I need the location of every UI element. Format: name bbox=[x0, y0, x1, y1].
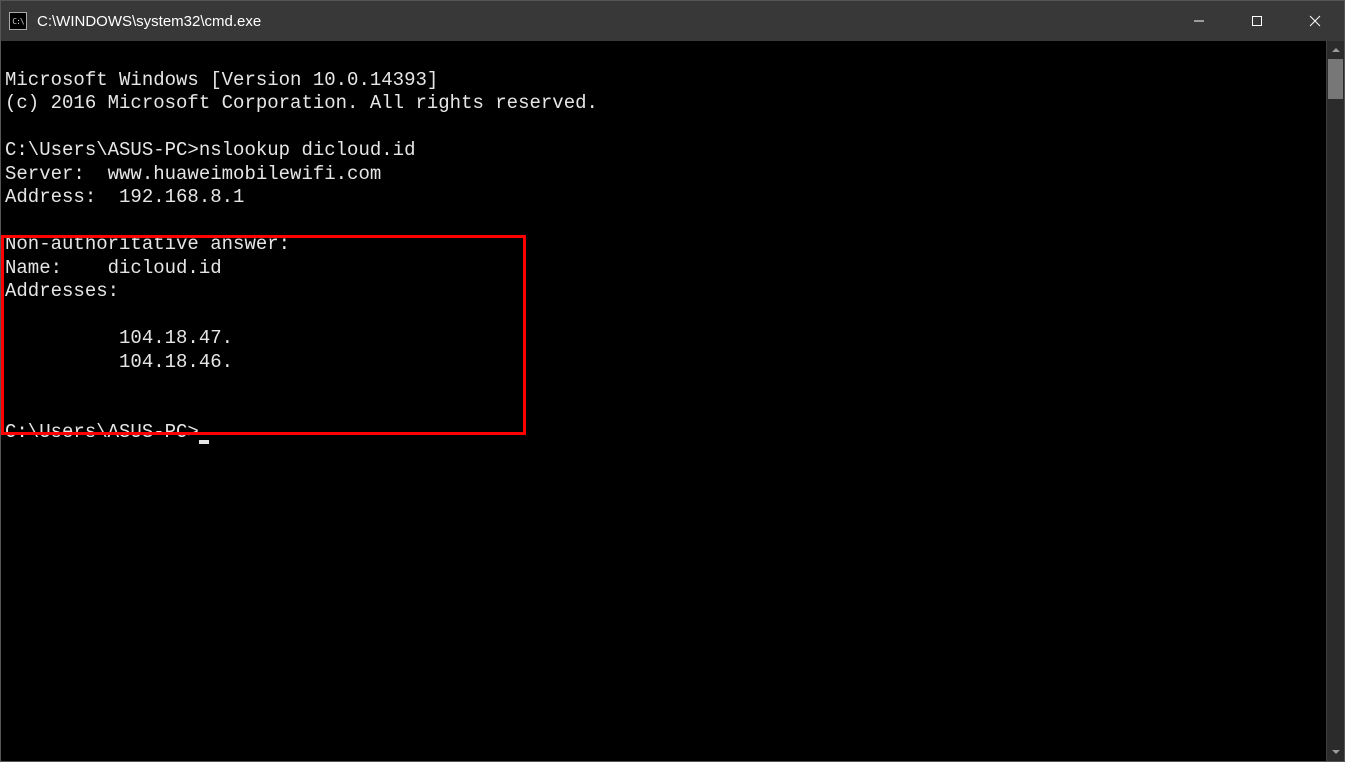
prompt-text: C:\Users\ASUS-PC> bbox=[5, 421, 199, 443]
cursor bbox=[199, 440, 209, 444]
output-line: Non-authoritative answer: bbox=[5, 233, 1326, 257]
vertical-scrollbar[interactable] bbox=[1326, 41, 1344, 761]
output-line: Server: www.huaweimobilewifi.com bbox=[5, 163, 1326, 187]
scroll-track[interactable] bbox=[1327, 59, 1344, 743]
titlebar[interactable]: C:\ C:\WINDOWS\system32\cmd.exe bbox=[1, 1, 1344, 41]
output-line bbox=[5, 116, 1326, 140]
close-button[interactable] bbox=[1286, 1, 1344, 41]
close-icon bbox=[1309, 15, 1321, 27]
output-line bbox=[5, 304, 1326, 328]
output-line: 104.18.47. bbox=[5, 327, 1326, 351]
cmd-window: C:\ C:\WINDOWS\system32\cmd.exe Microsof… bbox=[0, 0, 1345, 762]
output-line bbox=[5, 210, 1326, 234]
terminal-output[interactable]: Microsoft Windows [Version 10.0.14393](c… bbox=[1, 41, 1326, 761]
chevron-up-icon bbox=[1331, 45, 1341, 55]
output-line: 104.18.46. bbox=[5, 351, 1326, 375]
maximize-icon bbox=[1251, 15, 1263, 27]
output-line: Address: 192.168.8.1 bbox=[5, 186, 1326, 210]
minimize-icon bbox=[1193, 15, 1205, 27]
output-line: Addresses: bbox=[5, 280, 1326, 304]
output-line: Microsoft Windows [Version 10.0.14393] bbox=[5, 69, 1326, 93]
output-line: C:\Users\ASUS-PC>nslookup dicloud.id bbox=[5, 139, 1326, 163]
cmd-icon: C:\ bbox=[9, 12, 27, 30]
minimize-button[interactable] bbox=[1170, 1, 1228, 41]
output-line bbox=[5, 398, 1326, 422]
scroll-thumb[interactable] bbox=[1328, 59, 1343, 99]
maximize-button[interactable] bbox=[1228, 1, 1286, 41]
chevron-down-icon bbox=[1331, 747, 1341, 757]
output-line bbox=[5, 374, 1326, 398]
prompt-line: C:\Users\ASUS-PC> bbox=[5, 421, 1326, 445]
window-controls bbox=[1170, 1, 1344, 41]
client-area: Microsoft Windows [Version 10.0.14393](c… bbox=[1, 41, 1344, 761]
scroll-down-button[interactable] bbox=[1327, 743, 1345, 761]
output-line: Name: dicloud.id bbox=[5, 257, 1326, 281]
output-line: (c) 2016 Microsoft Corporation. All righ… bbox=[5, 92, 1326, 116]
window-title: C:\WINDOWS\system32\cmd.exe bbox=[37, 13, 1170, 30]
scroll-up-button[interactable] bbox=[1327, 41, 1345, 59]
